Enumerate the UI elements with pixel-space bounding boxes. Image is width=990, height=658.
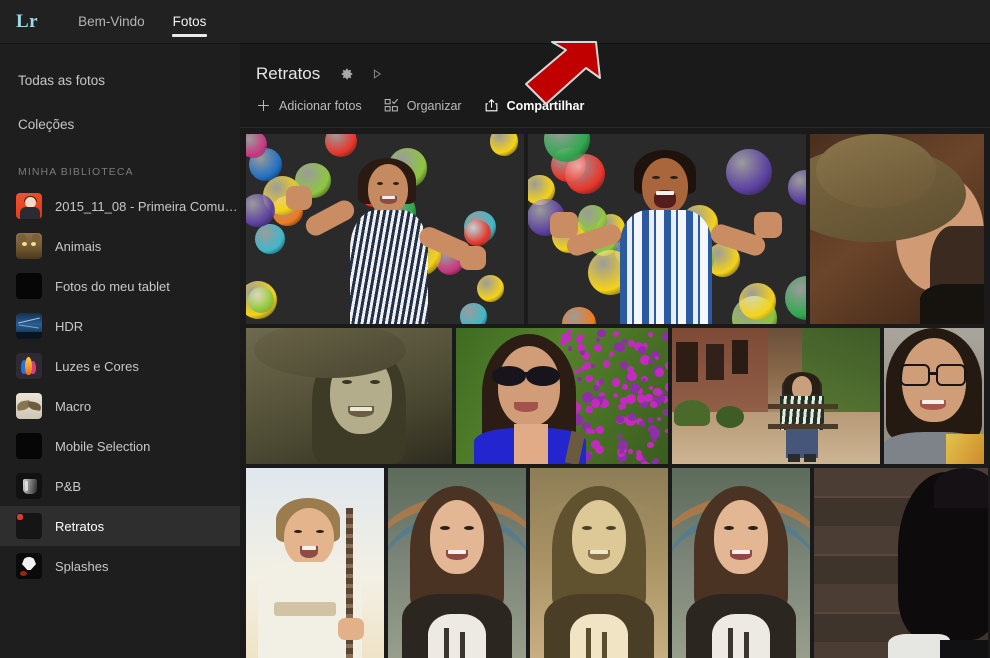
photo-subject bbox=[672, 328, 880, 464]
photo-subject bbox=[246, 134, 524, 324]
photo-girl-in-ball-pit[interactable] bbox=[246, 134, 524, 324]
photo-subject bbox=[528, 134, 806, 324]
photo-woman-with-straw-hat[interactable] bbox=[810, 134, 984, 324]
photo-subject bbox=[884, 328, 984, 464]
sidebar-item-colecoes[interactable]: Coleções bbox=[0, 102, 240, 146]
lightroom-window: Lr Bem-Vindo Fotos Todas as fotos Coleçõ… bbox=[0, 0, 990, 658]
grid-select-icon bbox=[384, 98, 399, 113]
collection-thumbnail-icon bbox=[16, 193, 42, 219]
sidebar-nav: Todas as fotos Coleções bbox=[0, 58, 240, 150]
sidebar-item-splashes[interactable]: Splashes bbox=[0, 546, 240, 586]
sidebar-item-label: Mobile Selection bbox=[55, 438, 151, 454]
share-button[interactable]: Compartilhar bbox=[484, 98, 585, 113]
photo-subject bbox=[388, 468, 526, 658]
share-label: Compartilhar bbox=[506, 98, 585, 113]
sidebar-item-label: Retratos bbox=[55, 518, 105, 534]
tab-fotos[interactable]: Fotos bbox=[159, 0, 221, 43]
collection-thumbnail-icon bbox=[16, 433, 42, 459]
collection-thumbnail-icon bbox=[16, 473, 42, 499]
sidebar-item-label: Macro bbox=[55, 398, 92, 414]
sidebar-item-label: Luzes e Cores bbox=[55, 358, 139, 374]
photo-subject bbox=[246, 328, 452, 464]
photo-dark-haired-woman-wood-wall[interactable] bbox=[814, 468, 988, 658]
main-tabs: Bem-Vindo Fotos bbox=[64, 0, 220, 43]
photo-subject bbox=[530, 468, 668, 658]
collection-thumbnail-icon bbox=[16, 273, 42, 299]
photo-woman-sitting-on-bench-street[interactable] bbox=[672, 328, 880, 464]
photo-sepia-portrait-with-hat[interactable] bbox=[246, 328, 452, 464]
photo-boy-on-swing[interactable] bbox=[246, 468, 384, 658]
sidebar-item-animais[interactable]: Animais bbox=[0, 226, 240, 266]
sidebar-section-title: MINHA BIBLIOTECA bbox=[18, 166, 134, 178]
sidebar-nav-label: Todas as fotos bbox=[18, 72, 106, 88]
photo-boy-shouting-in-ball-pit[interactable] bbox=[528, 134, 806, 324]
photo-woman-with-sunglasses-flowers[interactable] bbox=[456, 328, 668, 464]
sidebar-item-luzes-e-cores[interactable]: Luzes e Cores bbox=[0, 346, 240, 386]
photo-girl-with-glasses[interactable] bbox=[884, 328, 984, 464]
sidebar-item-fotos-do-meu-tablet[interactable]: Fotos do meu tablet bbox=[0, 266, 240, 306]
add-photos-label: Adicionar fotos bbox=[279, 98, 362, 113]
photo-woman-portrait-sepia[interactable] bbox=[530, 468, 668, 658]
photo-grid-row bbox=[246, 468, 990, 658]
tab-bem-vindo[interactable]: Bem-Vindo bbox=[64, 0, 159, 43]
top-bar: Lr Bem-Vindo Fotos bbox=[0, 0, 990, 44]
collection-thumbnail-icon bbox=[16, 393, 42, 419]
sidebar: Todas as fotos Coleções MINHA BIBLIOTECA… bbox=[0, 44, 240, 658]
collection-toolbar: Adicionar fotos Organizar Compartilhar bbox=[240, 90, 990, 128]
window-body: Todas as fotos Coleções MINHA BIBLIOTECA… bbox=[0, 44, 990, 658]
organize-label: Organizar bbox=[406, 98, 462, 113]
photo-subject bbox=[810, 134, 984, 324]
sidebar-item-label: HDR bbox=[55, 318, 84, 334]
collection-thumbnail-icon bbox=[16, 313, 42, 339]
sidebar-item-label: Splashes bbox=[55, 558, 109, 574]
collection-thumbnail-icon bbox=[16, 513, 42, 539]
collection-header: Retratos bbox=[240, 44, 990, 90]
lightroom-logo: Lr bbox=[16, 10, 39, 32]
sidebar-item-label: P&B bbox=[55, 478, 82, 494]
photo-grid-row bbox=[246, 328, 990, 464]
sidebar-item-mobile-selection[interactable]: Mobile Selection bbox=[0, 426, 240, 466]
sidebar-item-label: Animais bbox=[55, 238, 102, 254]
play-icon[interactable] bbox=[366, 63, 388, 85]
sidebar-item-label: 2015_11_08 - Primeira Comunhã... bbox=[55, 198, 240, 214]
organize-button[interactable]: Organizar bbox=[384, 98, 462, 113]
collection-thumbnail-icon bbox=[16, 553, 42, 579]
sidebar-item-pb[interactable]: P&B bbox=[0, 466, 240, 506]
sidebar-item-label: Fotos do meu tablet bbox=[55, 278, 170, 294]
plus-icon bbox=[256, 98, 271, 113]
sidebar-item-todas-as-fotos[interactable]: Todas as fotos bbox=[0, 58, 240, 102]
collection-thumbnail-icon bbox=[16, 233, 42, 259]
sidebar-item-retratos[interactable]: Retratos bbox=[0, 506, 240, 546]
sidebar-item-hdr[interactable]: HDR bbox=[0, 306, 240, 346]
photo-subject bbox=[456, 328, 668, 464]
photo-grid bbox=[240, 128, 990, 658]
photo-woman-portrait-color[interactable] bbox=[388, 468, 526, 658]
sidebar-item-primeira-comunhao[interactable]: 2015_11_08 - Primeira Comunhã... bbox=[0, 186, 240, 226]
sidebar-item-macro[interactable]: Macro bbox=[0, 386, 240, 426]
sidebar-nav-label: Coleções bbox=[18, 116, 75, 132]
photo-subject bbox=[246, 468, 384, 658]
add-photos-button[interactable]: Adicionar fotos bbox=[256, 98, 362, 113]
photo-grid-row bbox=[246, 134, 990, 324]
page-title: Retratos bbox=[256, 64, 321, 83]
collection-thumbnail-icon bbox=[16, 353, 42, 379]
share-icon bbox=[484, 98, 499, 113]
gear-icon[interactable] bbox=[336, 63, 358, 85]
photo-subject bbox=[814, 468, 988, 658]
photo-woman-portrait-color-duplicate[interactable] bbox=[672, 468, 810, 658]
main-content: Retratos Adicionar fotos Organizar Compa… bbox=[240, 44, 990, 658]
photo-subject bbox=[672, 468, 810, 658]
